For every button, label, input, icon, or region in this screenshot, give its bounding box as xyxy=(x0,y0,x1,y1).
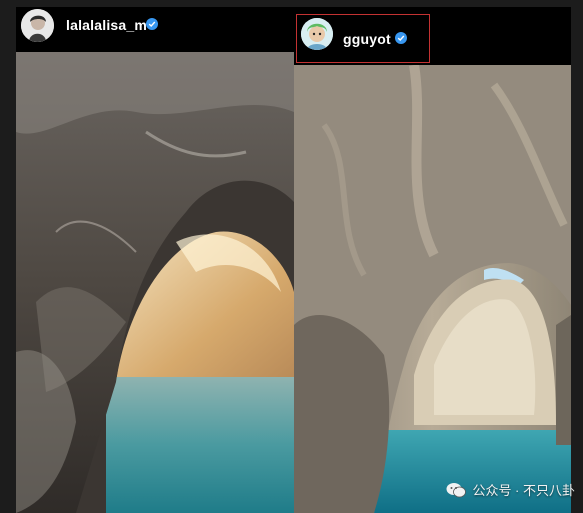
watermark-text: 公众号 · 不只八卦 xyxy=(472,483,575,498)
avatar[interactable] xyxy=(21,9,54,42)
watermark: 公众号 · 不只八卦 xyxy=(446,480,575,499)
post-photo-sea-cave[interactable] xyxy=(16,52,294,513)
post-right: gguyot xyxy=(294,7,571,513)
post-photo-rock-arch[interactable] xyxy=(294,65,571,513)
post-header: lalalalisa_m xyxy=(16,7,294,52)
verified-badge-icon xyxy=(146,18,158,30)
wechat-icon xyxy=(446,482,467,498)
highlight-box xyxy=(296,14,430,63)
post-left: lalalalisa_m xyxy=(16,7,294,513)
username[interactable]: lalalalisa_m xyxy=(66,17,147,33)
